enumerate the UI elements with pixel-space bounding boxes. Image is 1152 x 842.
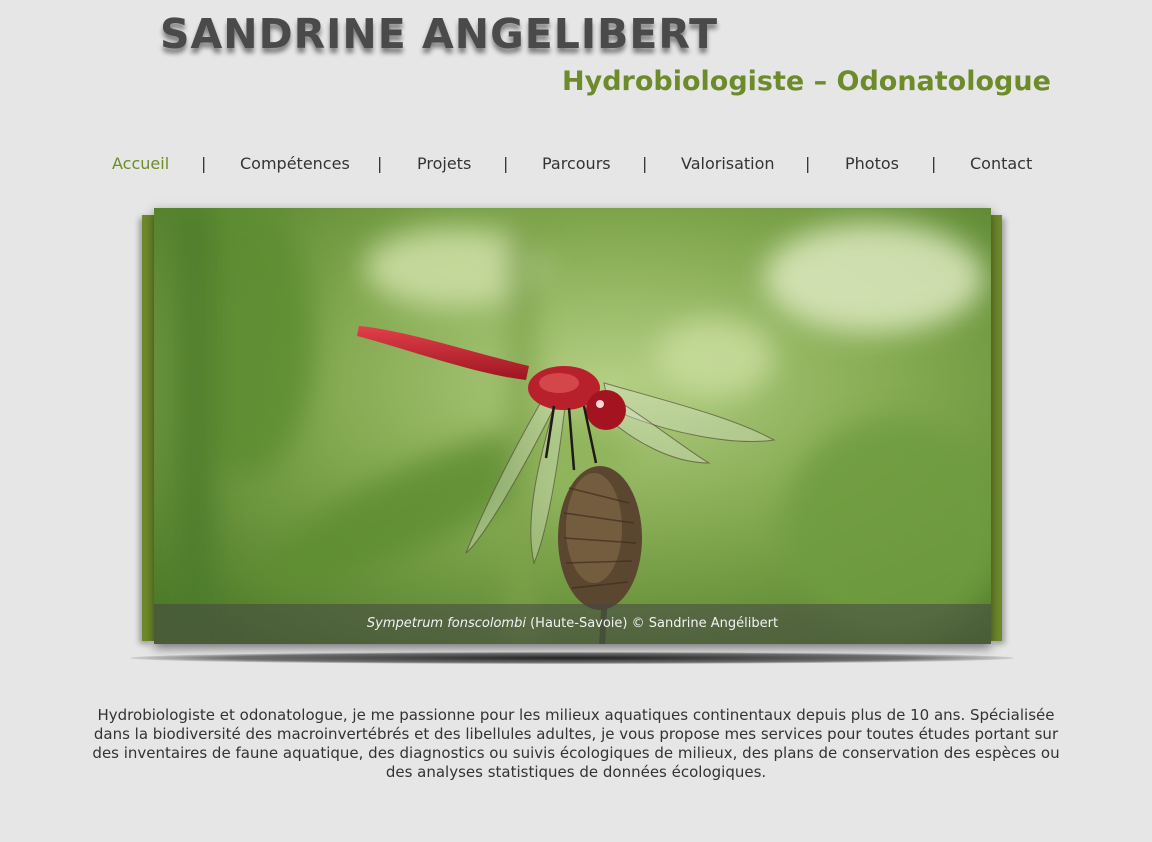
nav-separator: | [377, 154, 383, 173]
nav-item-photos[interactable]: Photos [845, 154, 899, 173]
caption-species: Sympetrum fonscolombi [366, 616, 526, 631]
intro-text: Hydrobiologiste et odonatologue, je me p… [92, 706, 1060, 781]
site-subtitle: Hydrobiologiste – Odonatologue [562, 66, 1051, 97]
nav-item-valorisation[interactable]: Valorisation [681, 154, 775, 173]
nav-separator: | [201, 154, 207, 173]
nav-item-accueil[interactable]: Accueil [112, 154, 169, 173]
slider-shadow [130, 652, 1014, 664]
nav-item-parcours[interactable]: Parcours [542, 154, 611, 173]
dragonfly-photo [154, 208, 991, 644]
photo-caption: Sympetrum fonscolombi (Haute-Savoie) © S… [154, 604, 991, 644]
site-title: SANDRINE ANGELIBERT [160, 10, 719, 58]
nav-item-competences[interactable]: Compétences [240, 154, 350, 173]
nav-separator: | [642, 154, 648, 173]
slider-photo[interactable]: Sympetrum fonscolombi (Haute-Savoie) © S… [154, 208, 991, 644]
main-nav: Accueil | Compétences | Projets | Parcou… [112, 154, 1032, 176]
caption-credit: (Haute-Savoie) © Sandrine Angélibert [525, 616, 779, 631]
nav-item-contact[interactable]: Contact [970, 154, 1032, 173]
nav-separator: | [931, 154, 937, 173]
nav-separator: | [503, 154, 509, 173]
image-slider: Sympetrum fonscolombi (Haute-Savoie) © S… [130, 206, 1014, 666]
nav-item-projets[interactable]: Projets [417, 154, 471, 173]
nav-separator: | [805, 154, 811, 173]
slider-frame-right [990, 215, 1002, 641]
slider-frame-left [142, 215, 154, 641]
